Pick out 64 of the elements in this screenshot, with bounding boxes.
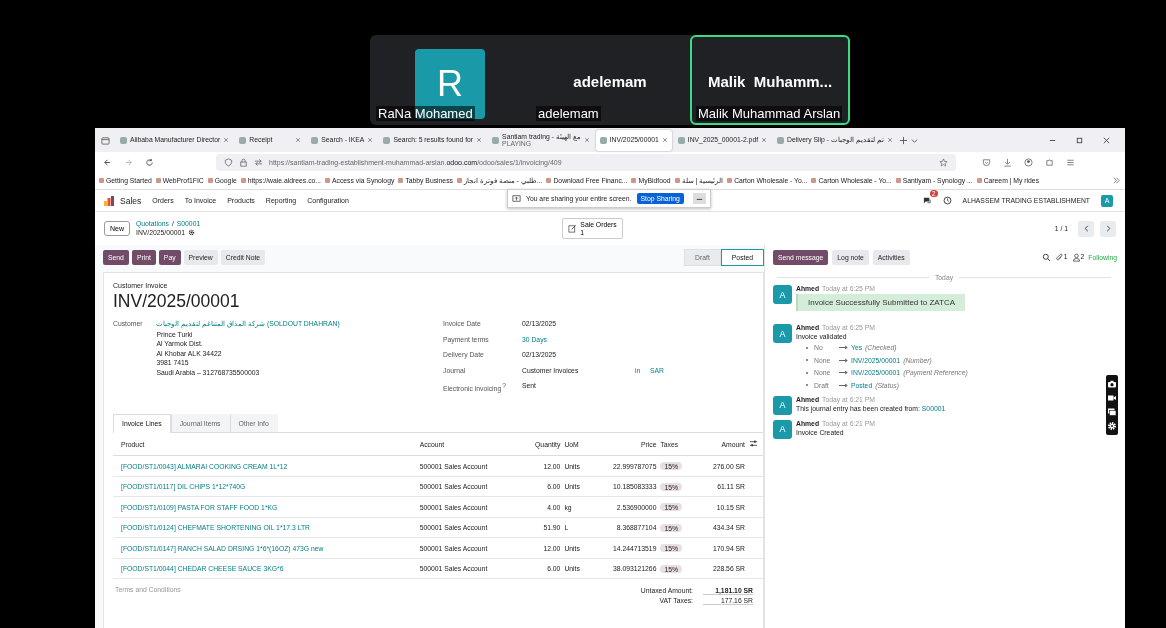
tab-favicon-icon — [383, 136, 391, 144]
star-icon[interactable] — [939, 157, 948, 167]
chevron-double-right-icon[interactable] — [1112, 176, 1121, 185]
tab-favicon-icon — [777, 136, 785, 144]
tab-favicon-icon — [492, 136, 500, 144]
participant-tile[interactable]: R RaNa Mohamed — [370, 35, 530, 125]
person-icon[interactable] — [1071, 253, 1081, 262]
share-screen-icon — [512, 194, 521, 203]
close-icon[interactable] — [661, 137, 668, 143]
new-tab-icon[interactable] — [898, 135, 908, 145]
tab-favicon-icon — [239, 136, 247, 144]
close-icon[interactable] — [476, 137, 483, 143]
tab-favicon-icon — [677, 136, 685, 144]
tab-list-icon[interactable] — [101, 135, 110, 145]
chevron-left-icon — [1081, 224, 1091, 233]
arrow-right-icon — [839, 357, 848, 363]
arrow-right-icon — [839, 382, 848, 388]
hide-button[interactable] — [692, 193, 706, 204]
participant-name: Malik Muhammad Arslan — [696, 106, 843, 121]
close-icon[interactable] — [367, 137, 374, 143]
edit-icon — [568, 224, 578, 233]
pocket-icon[interactable] — [982, 157, 991, 167]
clock-icon[interactable] — [942, 196, 952, 205]
message-highlight: Invoice Successfully Submitted to ZATCA — [796, 294, 966, 311]
participant-name-large: adelemam — [573, 72, 647, 90]
account-icon[interactable] — [1024, 157, 1033, 167]
participant-name: adelemam — [536, 106, 601, 121]
forward-icon[interactable] — [124, 157, 133, 167]
search-icon[interactable] — [1041, 253, 1051, 262]
column-settings-icon[interactable] — [749, 439, 758, 449]
lock-icon — [239, 157, 248, 167]
settings-icon[interactable] — [188, 229, 196, 237]
tab-favicon-icon — [120, 136, 127, 144]
close-icon[interactable] — [1102, 135, 1111, 145]
app-name[interactable]: Sales — [120, 195, 142, 206]
close-icon[interactable] — [583, 137, 590, 143]
sales-app-icon[interactable] — [103, 194, 115, 207]
arrow-right-icon — [839, 370, 848, 375]
participant-tile[interactable]: Malik Muhamm... Malik Muhammad Arslan — [690, 35, 850, 125]
tab-favicon-icon — [599, 136, 607, 144]
shield-icon — [224, 157, 233, 167]
arrow-right-icon — [839, 345, 848, 350]
participant-name-large: Malik Muhamm... — [707, 72, 833, 90]
video-camera-icon[interactable] — [1107, 393, 1117, 403]
close-icon[interactable] — [761, 137, 768, 143]
chat-icon[interactable] — [922, 196, 932, 205]
participant-tile[interactable]: adelemam adelemam — [530, 35, 690, 125]
paperclip-icon[interactable] — [1054, 253, 1064, 262]
close-icon[interactable] — [295, 137, 302, 143]
next-button[interactable] — [1100, 220, 1116, 237]
reload-icon[interactable] — [145, 157, 154, 167]
download-icon[interactable] — [1003, 157, 1012, 167]
tab-favicon-icon — [311, 136, 319, 144]
previous-button[interactable] — [1078, 220, 1094, 237]
menu-icon[interactable] — [1066, 157, 1075, 167]
windows-icon[interactable] — [1107, 407, 1117, 417]
participant-name: RaNa Mohamed — [376, 106, 475, 121]
back-icon[interactable] — [103, 157, 112, 167]
invoice-number: INV/2025/00001 — [113, 291, 241, 312]
close-icon[interactable] — [886, 137, 893, 143]
camera-icon[interactable] — [1107, 379, 1117, 389]
permissions-icon — [254, 157, 263, 167]
restore-icon[interactable] — [1075, 135, 1084, 145]
close-icon[interactable] — [223, 137, 230, 143]
